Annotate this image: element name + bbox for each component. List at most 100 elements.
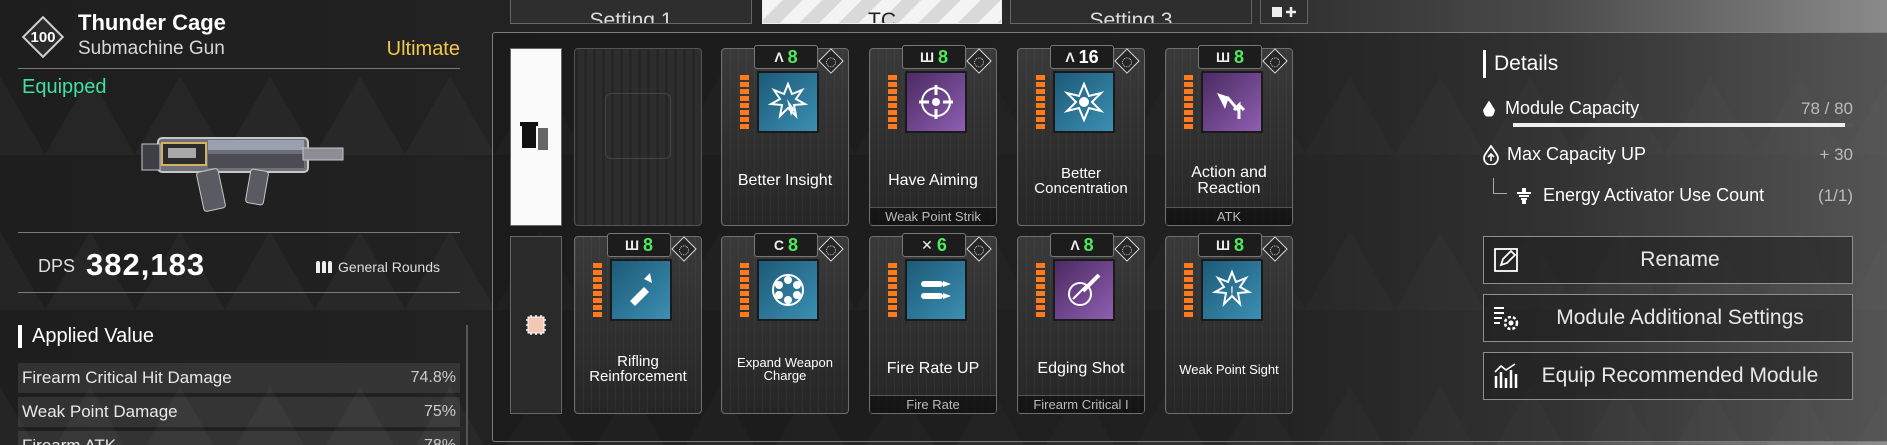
- module-capacity-cost: 8: [1083, 234, 1094, 255]
- module-card[interactable]: Ш 8 Have Aiming Weak Point Strik: [869, 45, 997, 226]
- module-art-icon: [1053, 71, 1115, 133]
- socket-icon: [1262, 236, 1288, 262]
- enhancement-bars: [1184, 263, 1193, 317]
- divider: [18, 292, 460, 293]
- module-capacity-badge: Λ8: [1050, 233, 1114, 257]
- socket-type-icon: ✕: [921, 236, 933, 253]
- applied-value-title: Applied Value: [18, 325, 154, 348]
- socket-icon: [1262, 48, 1288, 74]
- tab-setting-3[interactable]: Setting 3: [1010, 0, 1252, 24]
- socket-type-icon: Ш: [1215, 237, 1231, 253]
- add-tab-button[interactable]: [1260, 0, 1308, 24]
- stat-row: Firearm Critical Hit Damage 74.8%: [18, 363, 460, 393]
- stat-label: Weak Point Damage: [22, 402, 178, 421]
- module-art-icon: [610, 259, 672, 321]
- tree-connector: [1493, 178, 1507, 194]
- tab-setting-1[interactable]: Setting 1: [510, 0, 752, 24]
- sub-slot[interactable]: [510, 236, 562, 414]
- module-additional-settings-label: Module Additional Settings: [1556, 306, 1804, 329]
- socket-type-icon: Ш: [919, 49, 935, 65]
- socket-type-icon: Ш: [1215, 49, 1231, 65]
- stat-value: 75%: [423, 403, 456, 420]
- stat-value: 78%: [424, 437, 456, 445]
- module-art-icon: !: [1201, 259, 1263, 321]
- stat-label: Firearm Critical Hit Damage: [22, 368, 232, 387]
- module-name: Edging Shot: [1037, 360, 1125, 377]
- weapon-rarity: Ultimate: [386, 38, 460, 60]
- capacity-up-icon: [1483, 144, 1499, 165]
- enhancement-bars: [1184, 75, 1193, 129]
- socket-icon: [818, 48, 844, 74]
- details-panel: Details Module Capacity 78 / 80 Max Capa…: [1483, 50, 1853, 205]
- settings-gear-icon: [1484, 295, 1528, 341]
- energy-activator-row: Energy Activator Use Count (1/1): [1515, 185, 1853, 206]
- dps-value: 382,183: [86, 247, 206, 282]
- module-capacity-cost: 8: [788, 234, 799, 255]
- add-tab-icon: [1272, 6, 1296, 17]
- scrollbar[interactable]: [466, 325, 468, 445]
- svg-text:!: !: [1230, 283, 1234, 299]
- enhancement-bars: [740, 263, 749, 317]
- capacity-label: Module Capacity: [1505, 98, 1640, 118]
- module-capacity-badge: Ш8: [1198, 233, 1262, 257]
- module-card[interactable]: Λ 8 Edging Shot Firearm Critical I: [1017, 233, 1145, 414]
- socket-type-icon: Λ: [1070, 237, 1080, 253]
- max-capacity-row: Max Capacity UP + 30: [1483, 144, 1853, 165]
- max-capacity-label: Max Capacity UP: [1507, 144, 1647, 164]
- module-card[interactable]: Λ 16 Better Concentration: [1017, 45, 1145, 226]
- module-capacity-cost: 6: [936, 234, 947, 255]
- module-capacity-badge: Ш8: [607, 233, 671, 257]
- module-name: Weak Point Sight: [1179, 361, 1279, 377]
- divider: [18, 68, 460, 69]
- module-capacity-badge: Ш8: [902, 45, 966, 69]
- energy-activator-icon: [1517, 187, 1531, 204]
- stat-value: 74.8%: [410, 369, 456, 386]
- module-card[interactable]: Λ 8 Better Insight: [721, 45, 849, 226]
- socket-icon: [966, 48, 992, 74]
- equip-recommended-module-button[interactable]: Equip Recommended Module: [1483, 352, 1853, 400]
- capacity-drop-icon: [1483, 100, 1495, 117]
- skill-slot[interactable]: [510, 48, 562, 226]
- module-capacity-cost: 8: [787, 46, 798, 67]
- dps-label: DPS: [38, 256, 76, 276]
- level-value: 100: [30, 28, 56, 46]
- socket-type-icon: Λ: [774, 49, 784, 65]
- module-capacity-badge: C8: [754, 233, 818, 257]
- ammo-icon: [316, 261, 333, 273]
- equip-recommended-module-label: Equip Recommended Module: [1541, 364, 1819, 387]
- module-sub-stat: Firearm Critical I: [1018, 395, 1144, 413]
- weapon-type: Submachine Gun: [78, 38, 225, 59]
- module-name: Better Concentration: [1034, 165, 1128, 197]
- module-card[interactable]: C 8 Expand Weapon Charge: [721, 233, 849, 414]
- module-name: Rifling Reinforcement: [589, 353, 687, 385]
- stat-row: Weak Point Damage 75%: [18, 397, 460, 427]
- enhancement-bars: [593, 263, 602, 317]
- module-capacity-badge: Ш8: [1198, 45, 1262, 69]
- stat-row: Firearm ATK 78%: [18, 431, 460, 445]
- socket-icon: [1114, 48, 1140, 74]
- module-name: Fire Rate UP: [886, 360, 980, 377]
- module-capacity-badge: ✕ 6: [902, 233, 966, 257]
- module-additional-settings-button[interactable]: Module Additional Settings: [1483, 294, 1853, 342]
- module-card[interactable]: Ш 8 Action and Reaction ATK: [1165, 45, 1293, 226]
- module-card[interactable]: Ш 8 Rifling Reinforcement: [574, 233, 702, 414]
- equipped-status: Equipped: [22, 76, 107, 98]
- module-capacity-badge: Λ8: [754, 45, 818, 69]
- module-card[interactable]: Ш 8! Weak Point Sight: [1165, 233, 1293, 414]
- module-sub-stat: ATK: [1166, 207, 1292, 225]
- weapon-image: [141, 137, 344, 212]
- module-card[interactable]: ✕ 6 Fire Rate UP Fire Rate: [869, 233, 997, 414]
- ammo-type-label: General Rounds: [338, 259, 440, 275]
- empty-module-slot[interactable]: [574, 48, 702, 226]
- level-badge: 100: [21, 15, 65, 59]
- special-module-icon: [520, 122, 548, 150]
- rename-label: Rename: [1640, 248, 1720, 271]
- tab-tc[interactable]: TC: [762, 0, 1002, 24]
- module-name: Have Aiming: [888, 172, 978, 189]
- module-name: Better Insight: [737, 172, 833, 189]
- rename-button[interactable]: Rename: [1483, 236, 1853, 284]
- socket-icon: [818, 236, 844, 262]
- socket-type-icon: C: [773, 237, 785, 253]
- module-sub-stat: Weak Point Strik: [870, 207, 996, 225]
- weapon-name: Thunder Cage: [78, 10, 226, 35]
